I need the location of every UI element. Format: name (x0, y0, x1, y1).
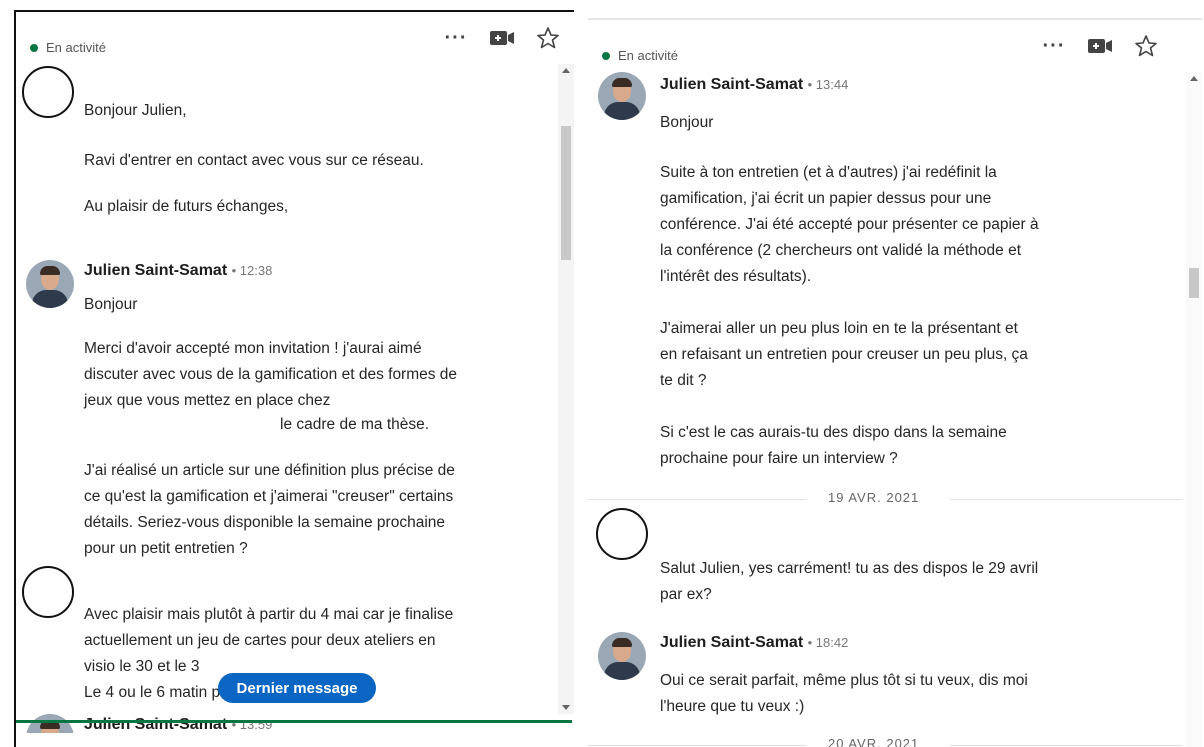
sender-name[interactable]: Julien Saint-Samat (660, 76, 803, 93)
star-icon[interactable] (534, 24, 562, 52)
status-label: En activité (46, 40, 106, 55)
avatar[interactable] (22, 566, 74, 618)
video-call-icon[interactable] (1086, 32, 1114, 60)
right-conversation-panel: En activité ··· Julien Saint-Samat • 13:… (588, 18, 1202, 747)
message-text: Si c'est le cas aurais-tu des dispo dans… (660, 424, 1007, 467)
scroll-up-icon[interactable] (562, 68, 570, 73)
sender-line: Julien Saint-Samat • 18:42 (660, 634, 848, 652)
avatar[interactable] (596, 508, 648, 560)
message-text: Suite à ton entretien (et à d'autres) j'… (660, 164, 1039, 285)
message-time: • 13:44 (807, 77, 849, 92)
status-label: En activité (618, 48, 678, 63)
more-icon[interactable]: ··· (1040, 32, 1068, 60)
more-icon[interactable]: ··· (442, 24, 470, 52)
message-time: • 12:38 (231, 263, 273, 278)
star-icon[interactable] (1132, 32, 1160, 60)
avatar[interactable] (598, 72, 646, 120)
scrollbar[interactable] (558, 64, 574, 714)
message-text: Bonjour Julien, (84, 102, 187, 119)
message-text: J'aimerai aller un peu plus loin en te l… (660, 320, 1028, 389)
sender-name[interactable]: Julien Saint-Samat (660, 634, 803, 651)
date-separator: 19 AVR. 2021 (588, 490, 1182, 510)
presence-status: En activité (30, 40, 106, 55)
sender-name[interactable]: Julien Saint-Samat (84, 262, 227, 279)
sender-line: Julien Saint-Samat • 12:38 (84, 262, 272, 280)
message-text: Au plaisir de futurs échanges, (84, 198, 289, 215)
sender-name[interactable]: Julien Saint-Samat (84, 716, 227, 733)
date-label: 19 AVR. 2021 (828, 490, 920, 505)
message-text: Ravi d'entrer en contact avec vous sur c… (84, 152, 424, 169)
date-label: 20 AVR. 2021 (828, 736, 920, 747)
online-dot-icon (30, 43, 38, 52)
scrollbar[interactable] (1186, 72, 1202, 747)
scroll-down-icon[interactable] (562, 705, 570, 710)
avatar[interactable] (598, 632, 646, 680)
avatar[interactable] (22, 66, 74, 118)
conversation-header: En activité ··· (16, 12, 574, 62)
scroll-thumb[interactable] (561, 126, 571, 260)
online-dot-icon (602, 51, 610, 60)
header-actions: ··· (1022, 32, 1160, 60)
message-thread: Bonjour Julien, Ravi d'entrer en contact… (16, 64, 558, 733)
last-message-button[interactable]: Dernier message (218, 673, 376, 703)
scroll-thumb[interactable] (1189, 268, 1199, 298)
header-actions: ··· (424, 24, 562, 52)
message-text: Bonjour (84, 296, 138, 313)
conversation-header: En activité ··· (588, 20, 1202, 70)
compose-divider (16, 720, 572, 723)
message-text: Salut Julien, yes carrément! tu as des d… (660, 560, 1039, 603)
message-text: le cadre de ma thèse. (280, 416, 430, 433)
message-text: Merci d'avoir accepté mon invitation ! j… (84, 340, 458, 409)
message-text: Bonjour (660, 114, 714, 131)
sender-line: Julien Saint-Samat • 13:59 (84, 716, 272, 733)
avatar[interactable] (26, 714, 74, 733)
message-thread: Julien Saint-Samat • 13:44 Bonjour Suite… (588, 72, 1182, 747)
left-conversation-panel: En activité ··· Bonjour Julien, Ravi d'e… (14, 10, 574, 747)
message-time: • 18:42 (807, 635, 849, 650)
presence-status: En activité (602, 48, 678, 63)
message-text: J'ai réalisé un article sur une définiti… (84, 462, 455, 557)
message-text: Oui ce serait parfait, même plus tôt si … (660, 672, 1028, 715)
date-separator: 20 AVR. 2021 (588, 736, 1182, 747)
avatar[interactable] (26, 260, 74, 308)
sender-line: Julien Saint-Samat • 13:44 (660, 76, 848, 94)
scroll-up-icon[interactable] (1190, 76, 1198, 81)
video-call-icon[interactable] (488, 24, 516, 52)
